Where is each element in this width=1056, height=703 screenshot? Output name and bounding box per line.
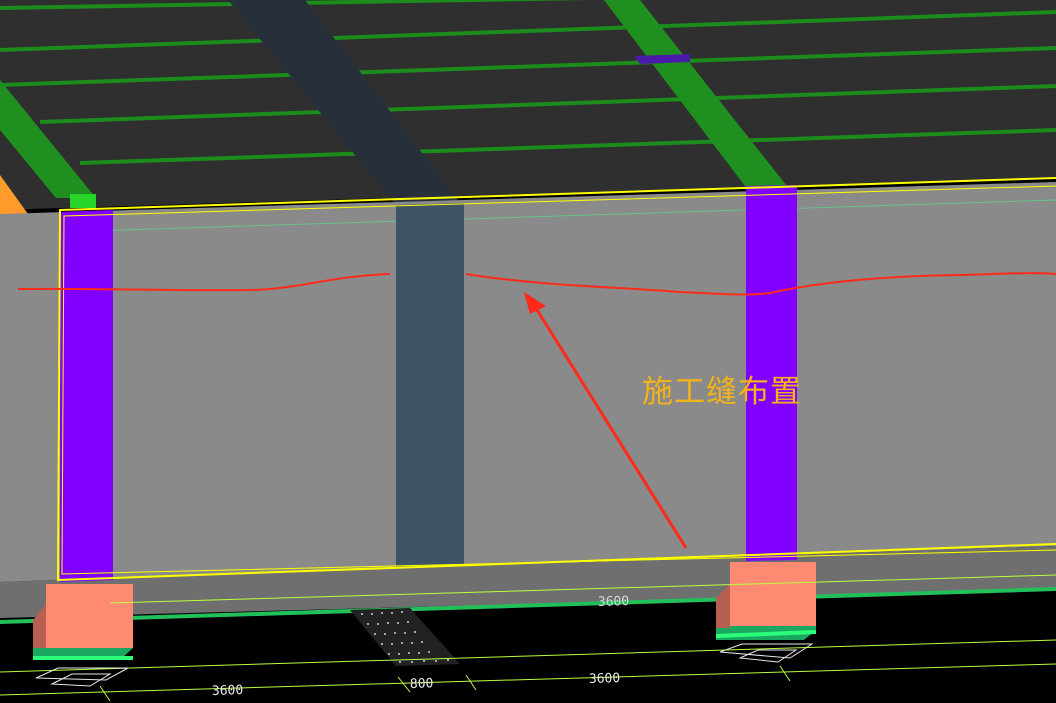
hatched-pad: [350, 608, 460, 666]
beam-cap: [70, 194, 96, 208]
construction-joint-label: 施工缝布置: [642, 374, 802, 410]
3d-model-viewport[interactable]: 3600 800 3600 3600 施工缝布置: [0, 0, 1056, 703]
structure-3d-view[interactable]: 3600 800 3600 3600: [0, 0, 1056, 703]
dimension-left-span: 3600: [212, 683, 244, 699]
footing-left: [33, 584, 133, 660]
footing-right: [715, 562, 817, 640]
wall-panel: [0, 182, 1056, 582]
dimension-middle-span: 800: [410, 676, 434, 692]
dimension-hidden-span: 3600: [598, 594, 630, 610]
dimension-right-span: 3600: [589, 671, 621, 687]
wall-opening: [396, 203, 464, 568]
column-left: [60, 210, 113, 582]
